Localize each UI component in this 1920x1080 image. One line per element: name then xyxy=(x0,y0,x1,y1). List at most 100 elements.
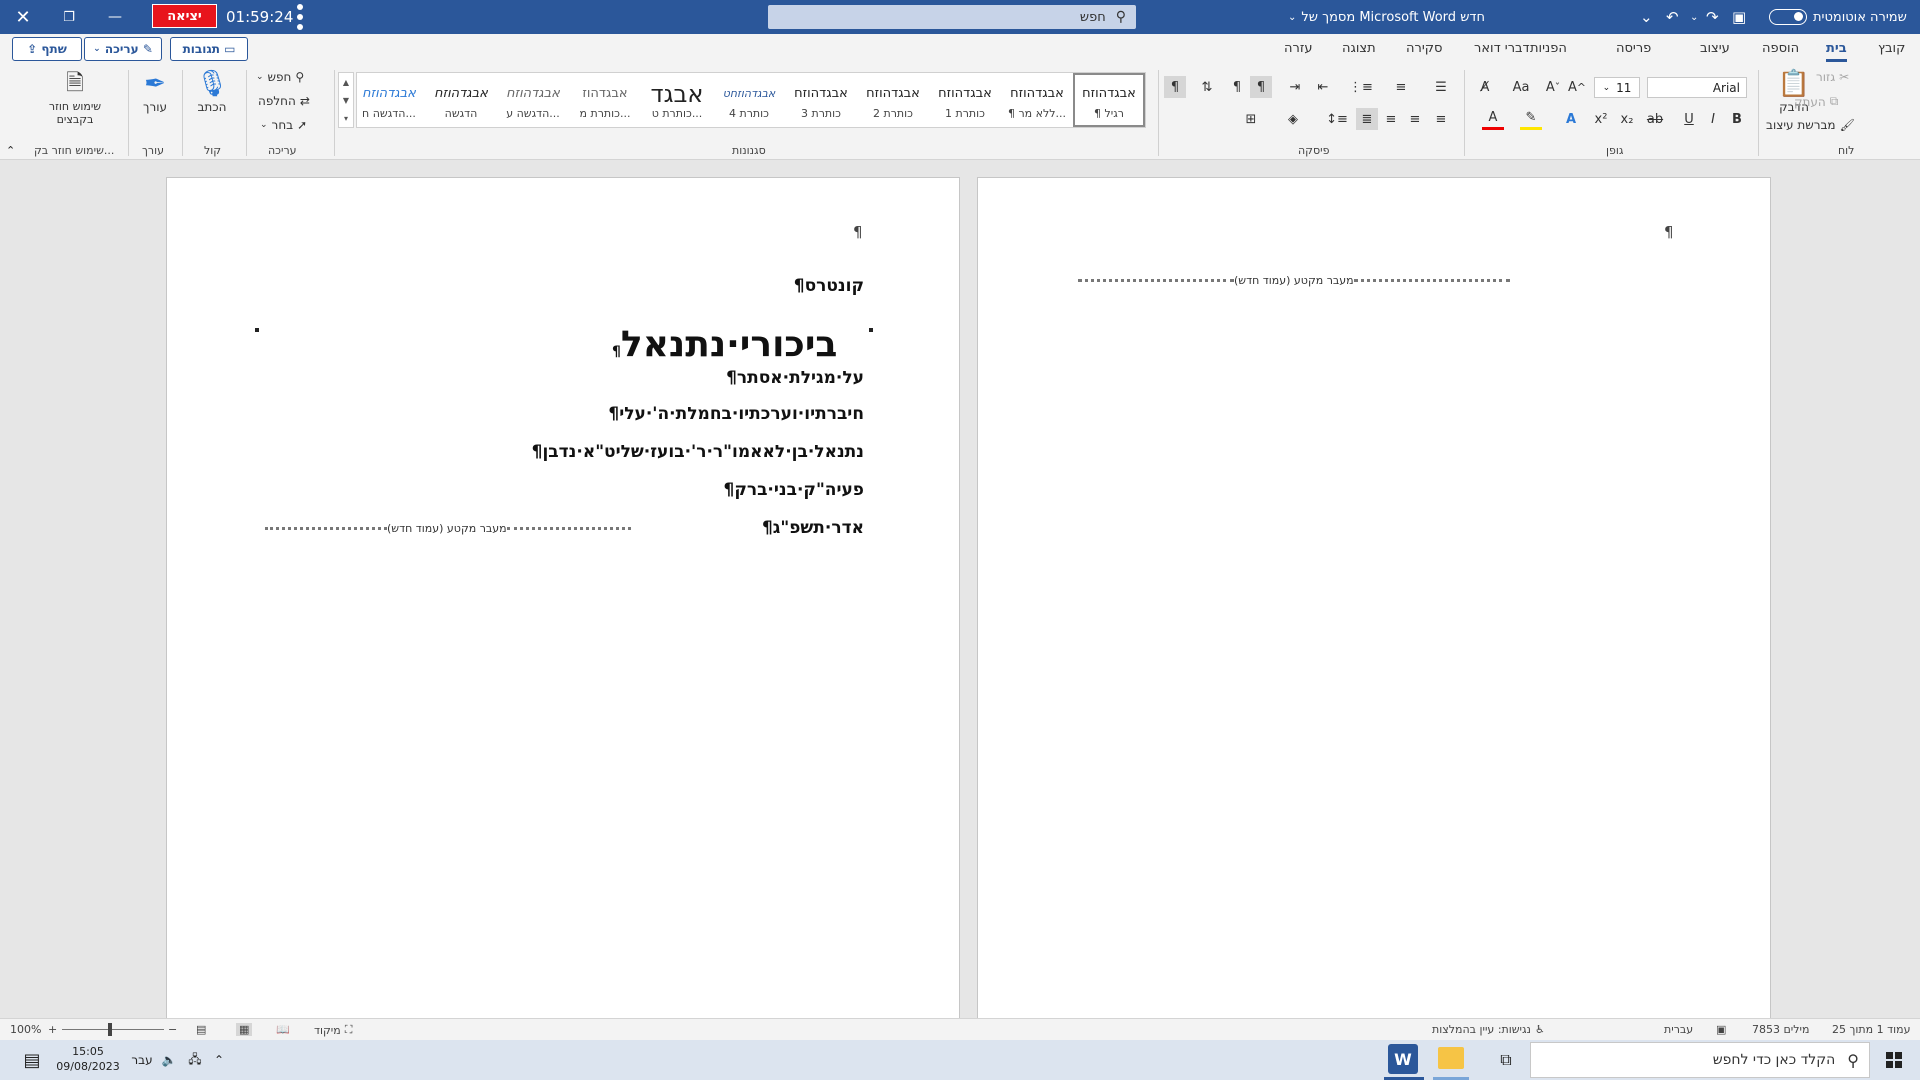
style-subtitle[interactable]: אבגדהוז כותרת מ... xyxy=(569,73,641,127)
tab-layout[interactable]: פריסה xyxy=(1616,41,1651,56)
document-area[interactable]: ¶ קונטרס¶ ביכורי·נתנאל¶ על·מגילת·אסתר¶ ח… xyxy=(0,160,1920,1018)
tab-design[interactable]: עיצוב xyxy=(1700,41,1730,56)
tab-home[interactable]: בית xyxy=(1826,41,1847,62)
language-status[interactable]: עברית xyxy=(1664,1023,1693,1036)
share-button[interactable]: ⇪ שתף xyxy=(12,37,82,61)
font-size-box[interactable]: ⌄ 11 xyxy=(1594,77,1640,98)
copy-button[interactable]: העתק ⧉ xyxy=(1794,94,1838,109)
accessibility-status[interactable]: נגישות: עיין בהמלצות ♿ xyxy=(1432,1023,1545,1036)
customize-qat-icon[interactable]: ⌄ xyxy=(1640,0,1653,34)
tab-view[interactable]: תצוגה xyxy=(1342,41,1376,56)
shading-icon[interactable]: ◈ xyxy=(1282,108,1304,130)
web-layout-icon[interactable]: ▤ xyxy=(196,1023,206,1036)
tab-review[interactable]: סקירה xyxy=(1406,41,1442,56)
shrink-font-icon[interactable]: Aˇ xyxy=(1542,76,1564,98)
comments-button[interactable]: תגובות ▭ xyxy=(170,37,248,61)
word-count[interactable]: 7853 מילים xyxy=(1752,1023,1809,1036)
italic-icon[interactable]: I xyxy=(1702,108,1724,130)
proofing-icon[interactable]: ▣ xyxy=(1716,1023,1726,1036)
tab-mailings[interactable]: דברי דואר xyxy=(1474,41,1530,56)
taskbar-search[interactable]: הקלד כאן כדי לחפש ⚲ xyxy=(1530,1042,1870,1078)
zoom-level[interactable]: 100% xyxy=(10,1023,41,1036)
style-emphasis[interactable]: אבגדהוזח הדגשה xyxy=(425,73,497,127)
cut-button[interactable]: גזור ✂ xyxy=(1816,70,1849,84)
underline-icon[interactable]: U xyxy=(1678,108,1700,130)
document-page[interactable]: ¶ קונטרס¶ ביכורי·נתנאל¶ על·מגילת·אסתר¶ ח… xyxy=(166,177,960,1018)
document-page[interactable]: ¶ מעבר מקטע (עמוד חדש) xyxy=(977,177,1771,1018)
show-marks-icon[interactable]: ¶ xyxy=(1164,76,1186,98)
page-number[interactable]: עמוד 1 מתוך 25 xyxy=(1832,1023,1910,1036)
select-button[interactable]: ⌄ בחר ➚ xyxy=(260,118,307,132)
read-mode-icon[interactable]: 📖 xyxy=(276,1023,290,1036)
editor-button[interactable]: ✒ עורך xyxy=(134,68,176,114)
text-effects-icon[interactable]: A xyxy=(1560,108,1582,130)
tab-insert[interactable]: הוספה xyxy=(1762,41,1799,56)
numbering-icon[interactable]: ≡ xyxy=(1390,76,1412,98)
align-center-icon[interactable]: ≡ xyxy=(1404,108,1426,130)
more-options-icon[interactable] xyxy=(296,4,304,30)
volume-icon[interactable]: 🔈 xyxy=(158,1040,180,1080)
collapse-ribbon-icon[interactable]: ⌃ xyxy=(6,144,15,157)
subscript-icon[interactable]: x₂ xyxy=(1616,108,1638,130)
style-heading-3[interactable]: אבגדהוזח כותרת 3 xyxy=(785,73,857,127)
file-explorer-icon[interactable] xyxy=(1438,1047,1464,1069)
style-no-spacing[interactable]: אבגדהוזח ¶ ללא מר... xyxy=(1001,73,1073,127)
decrease-indent-icon[interactable]: ⇤ xyxy=(1312,76,1334,98)
dictate-button[interactable]: 🎙 הכתב xyxy=(190,68,234,114)
sort-icon[interactable]: ⇅ xyxy=(1196,76,1218,98)
windows-start-icon[interactable] xyxy=(1886,1052,1902,1068)
reuse-files-button[interactable]: 🗎 שימוש חוזר בקבצים xyxy=(38,68,112,126)
autosave-toggle[interactable]: שמירה אוטומטית xyxy=(1763,0,1907,34)
undo-dropdown-icon[interactable]: ⌄ xyxy=(1690,0,1698,34)
align-left-icon[interactable]: ≡ xyxy=(1380,108,1402,130)
tab-references[interactable]: הפניות xyxy=(1530,41,1567,56)
word-taskbar-icon[interactable]: W xyxy=(1388,1044,1418,1074)
justify-icon[interactable]: ≣ xyxy=(1356,108,1378,130)
superscript-icon[interactable]: x² xyxy=(1590,108,1612,130)
change-case-icon[interactable]: Aa xyxy=(1510,76,1532,98)
scroll-down-icon[interactable]: ▼ xyxy=(343,96,349,105)
style-subtle-emphasis[interactable]: אבגדהוזח הדגשה ע... xyxy=(497,73,569,127)
taskbar-clock[interactable]: 15:05 09/08/2023 xyxy=(56,1044,120,1074)
focus-button[interactable]: מיקוד ⛶ xyxy=(314,1023,352,1037)
exit-button[interactable]: יציאה xyxy=(152,4,217,28)
replace-button[interactable]: החלפה ⇄ xyxy=(258,94,310,108)
close-window-button[interactable]: ✕ xyxy=(0,0,46,34)
scroll-up-icon[interactable]: ▲ xyxy=(343,78,349,87)
style-title[interactable]: אבגד כותרת ט... xyxy=(641,73,713,127)
print-layout-icon[interactable]: ▦ xyxy=(236,1023,253,1036)
more-styles-icon[interactable]: ▾ xyxy=(344,114,348,123)
align-right-icon[interactable]: ≡ xyxy=(1430,108,1452,130)
bold-icon[interactable]: B xyxy=(1726,108,1748,130)
bullets-icon[interactable]: ☰ xyxy=(1430,76,1452,98)
format-painter-button[interactable]: מברשת עיצוב 🖌 xyxy=(1766,118,1855,132)
show-hidden-icons-icon[interactable]: ⌃ xyxy=(208,1040,230,1080)
restore-window-button[interactable]: ❐ xyxy=(46,0,92,34)
title-search-box[interactable]: חפש ⚲ xyxy=(768,5,1136,29)
network-icon[interactable]: 🖧 xyxy=(184,1040,206,1080)
style-heading-4[interactable]: אבגדהוזחט כותרת 4 xyxy=(713,73,785,127)
line-spacing-icon[interactable]: ↕≡ xyxy=(1326,108,1348,130)
task-view-icon[interactable]: ⧉ xyxy=(1492,1040,1520,1080)
editing-mode-button[interactable]: ⌄ עריכה ✎ xyxy=(84,37,162,61)
borders-icon[interactable]: ⊞ xyxy=(1240,108,1262,130)
zoom-out-icon[interactable]: − xyxy=(168,1023,177,1036)
document-title[interactable]: ⌄ מסמך של Microsoft Word חדש xyxy=(1288,0,1485,34)
increase-indent-icon[interactable]: ⇥ xyxy=(1284,76,1306,98)
zoom-in-icon[interactable]: + xyxy=(48,1023,57,1036)
multilevel-list-icon[interactable]: ⋮≡ xyxy=(1349,76,1373,98)
redo-icon[interactable]: ↷ xyxy=(1706,0,1719,34)
undo-icon[interactable]: ↶ xyxy=(1666,0,1679,34)
save-icon[interactable]: ▣ xyxy=(1732,0,1746,34)
font-name-box[interactable]: Arial xyxy=(1647,77,1747,98)
style-heading-1[interactable]: אבגדהוזח כותרת 1 xyxy=(929,73,1001,127)
style-heading-2[interactable]: אבגדהוזח כותרת 2 xyxy=(857,73,929,127)
input-language[interactable]: עבר xyxy=(128,1040,156,1080)
tab-file[interactable]: קובץ xyxy=(1878,41,1905,56)
style-intense-emphasis[interactable]: אבגדהוזח הדגשה ח... xyxy=(353,73,425,127)
ltr-direction-icon[interactable]: ¶ xyxy=(1226,76,1248,98)
rtl-direction-icon[interactable]: ¶ xyxy=(1250,76,1272,98)
find-button[interactable]: ⌄ חפש ⚲ xyxy=(256,70,304,84)
tab-help[interactable]: עזרה xyxy=(1284,41,1312,56)
clear-formatting-icon[interactable]: A̸ xyxy=(1474,76,1496,98)
